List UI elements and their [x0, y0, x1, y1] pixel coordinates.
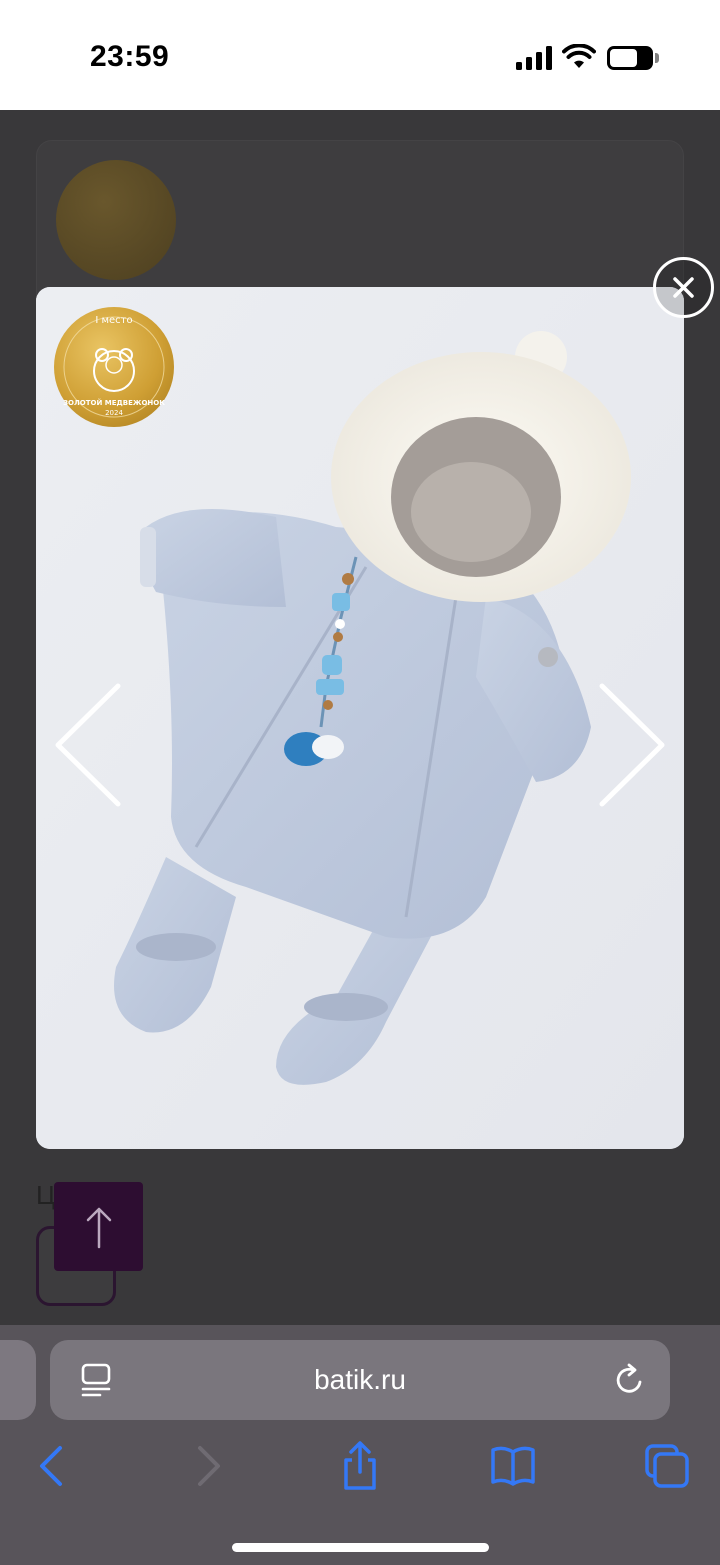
battery-nub [655, 53, 659, 63]
section-label: Ц [36, 1180, 56, 1210]
battery-level: 27 [620, 48, 640, 67]
signal-icon [516, 46, 552, 70]
wifi-icon [562, 44, 596, 68]
product-photo[interactable]: I место ЗОЛОТОЙ МЕДВЕЖОНОК 2024 [36, 287, 684, 1149]
chevron-left-icon[interactable] [50, 680, 130, 810]
scroll-top-button[interactable] [54, 1182, 143, 1271]
forward-icon[interactable] [184, 1440, 232, 1492]
home-indicator [232, 1543, 489, 1552]
status-bar: 23:59 27 [0, 0, 720, 110]
close-button[interactable] [653, 257, 714, 318]
url-text[interactable]: batik.ru [200, 1340, 520, 1420]
arrow-up-icon [86, 1207, 111, 1248]
previous-tab-peek[interactable] [0, 1340, 36, 1420]
chevron-right-icon[interactable] [592, 680, 672, 810]
back-icon[interactable] [28, 1440, 76, 1492]
status-time: 23:59 [90, 40, 170, 73]
badge-place: I место [95, 315, 133, 326]
reload-icon[interactable] [612, 1362, 648, 1398]
award-badge-icon [56, 160, 176, 280]
bookmarks-icon[interactable] [489, 1440, 537, 1492]
tabs-icon[interactable] [643, 1440, 691, 1492]
share-icon[interactable] [336, 1440, 384, 1492]
badge-year: 2024 [105, 409, 123, 417]
battery-icon: 27 [607, 46, 653, 70]
close-icon [673, 277, 694, 298]
badge-award: ЗОЛОТОЙ МЕДВЕЖОНОК [63, 399, 165, 407]
page-menu-icon[interactable] [80, 1362, 112, 1398]
